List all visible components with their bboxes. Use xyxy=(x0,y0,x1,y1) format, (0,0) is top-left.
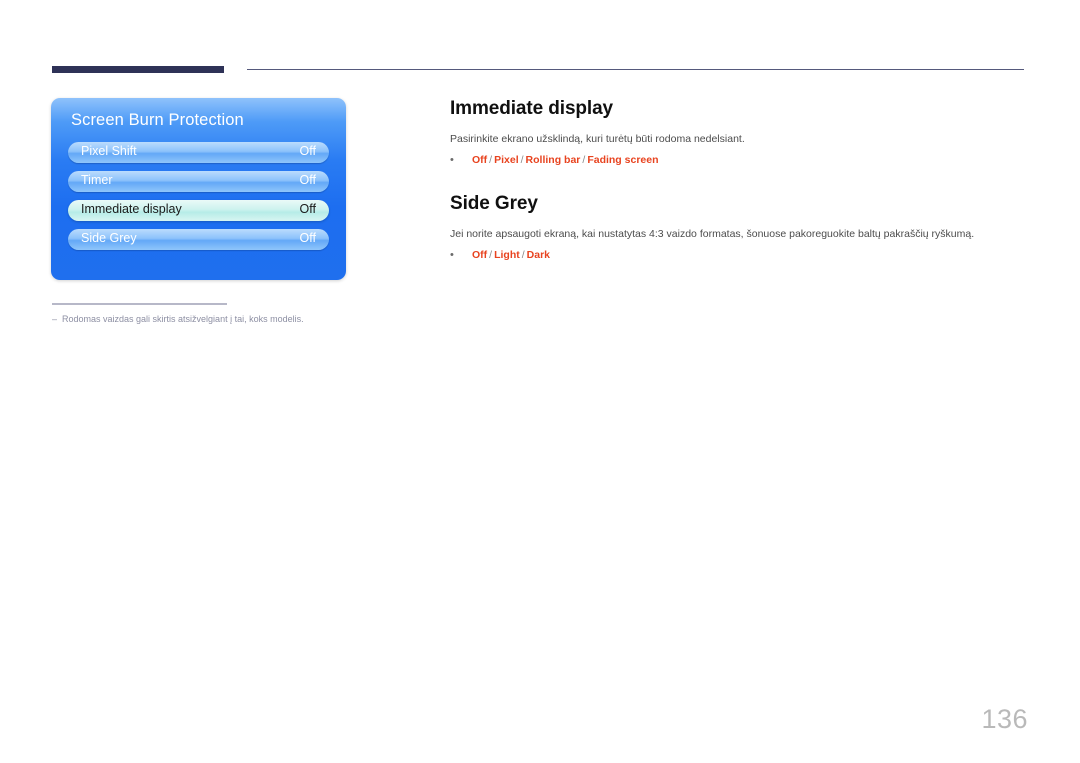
section-heading: Side Grey xyxy=(450,193,538,215)
menu-row-value: Off xyxy=(299,144,316,158)
bullet-marker: • xyxy=(450,154,454,167)
menu-row-side-grey[interactable]: Side Grey Off xyxy=(68,229,329,250)
option-value: Dark xyxy=(526,249,551,262)
section-immediate-display: Immediate display Pasirinkite ekrano užs… xyxy=(450,98,1025,166)
section-description: Jei norite apsaugoti ekraną, kai nustaty… xyxy=(450,228,975,241)
osd-menu-panel: Screen Burn Protection Pixel Shift Off T… xyxy=(51,98,346,280)
section-side-grey: Side Grey Jei norite apsaugoti ekraną, k… xyxy=(450,193,1025,261)
menu-row-immediate-display[interactable]: Immediate display Off xyxy=(68,200,329,221)
section-heading: Immediate display xyxy=(450,98,614,119)
section-description: Pasirinkite ekrano užsklindą, kuri turėt… xyxy=(450,133,745,145)
option-value: Light xyxy=(494,249,520,262)
footnote-divider xyxy=(52,303,227,305)
menu-row-value: Off xyxy=(299,173,316,187)
menu-row-label: Timer xyxy=(81,173,113,187)
bullet-marker: • xyxy=(450,249,454,262)
menu-row-timer[interactable]: Timer Off xyxy=(68,171,329,192)
menu-row-label: Pixel Shift xyxy=(81,144,137,158)
osd-panel-title: Screen Burn Protection xyxy=(71,111,244,129)
option-value: Fading screen xyxy=(587,154,659,166)
menu-row-value: Off xyxy=(299,202,316,216)
menu-row-label: Immediate display xyxy=(81,202,182,216)
option-row: • Off / Light / Dark xyxy=(450,249,1025,261)
header-divider-line xyxy=(247,69,1024,70)
menu-row-pixel-shift[interactable]: Pixel Shift Off xyxy=(68,142,329,163)
content-column: Immediate display Pasirinkite ekrano užs… xyxy=(450,98,1025,261)
osd-menu-list: Pixel Shift Off Timer Off Immediate disp… xyxy=(68,142,329,258)
menu-row-label: Side Grey xyxy=(81,231,137,245)
option-value: Off xyxy=(472,249,488,262)
header-accent-bar xyxy=(52,66,224,73)
option-value: Pixel xyxy=(494,154,519,166)
footnote-row: – Rodomas vaizdas gali skirtis atsižvelgi… xyxy=(52,314,452,324)
page-header xyxy=(0,0,1080,90)
footnote-text: Rodomas vaizdas gali skirtis atsižvelgia… xyxy=(62,314,304,324)
option-separator: / xyxy=(520,154,524,166)
menu-row-value: Off xyxy=(299,231,316,245)
option-separator: / xyxy=(521,249,525,262)
option-row: • Off / Pixel / Rolling bar / Fading screen xyxy=(450,154,1025,166)
option-value: Rolling bar xyxy=(525,154,581,166)
footnote-block: – Rodomas vaizdas gali skirtis atsižvelgi… xyxy=(52,303,452,324)
option-value: Off xyxy=(472,154,488,166)
page-number: 136 xyxy=(981,704,1028,734)
footnote-dash-marker: – xyxy=(52,314,58,324)
